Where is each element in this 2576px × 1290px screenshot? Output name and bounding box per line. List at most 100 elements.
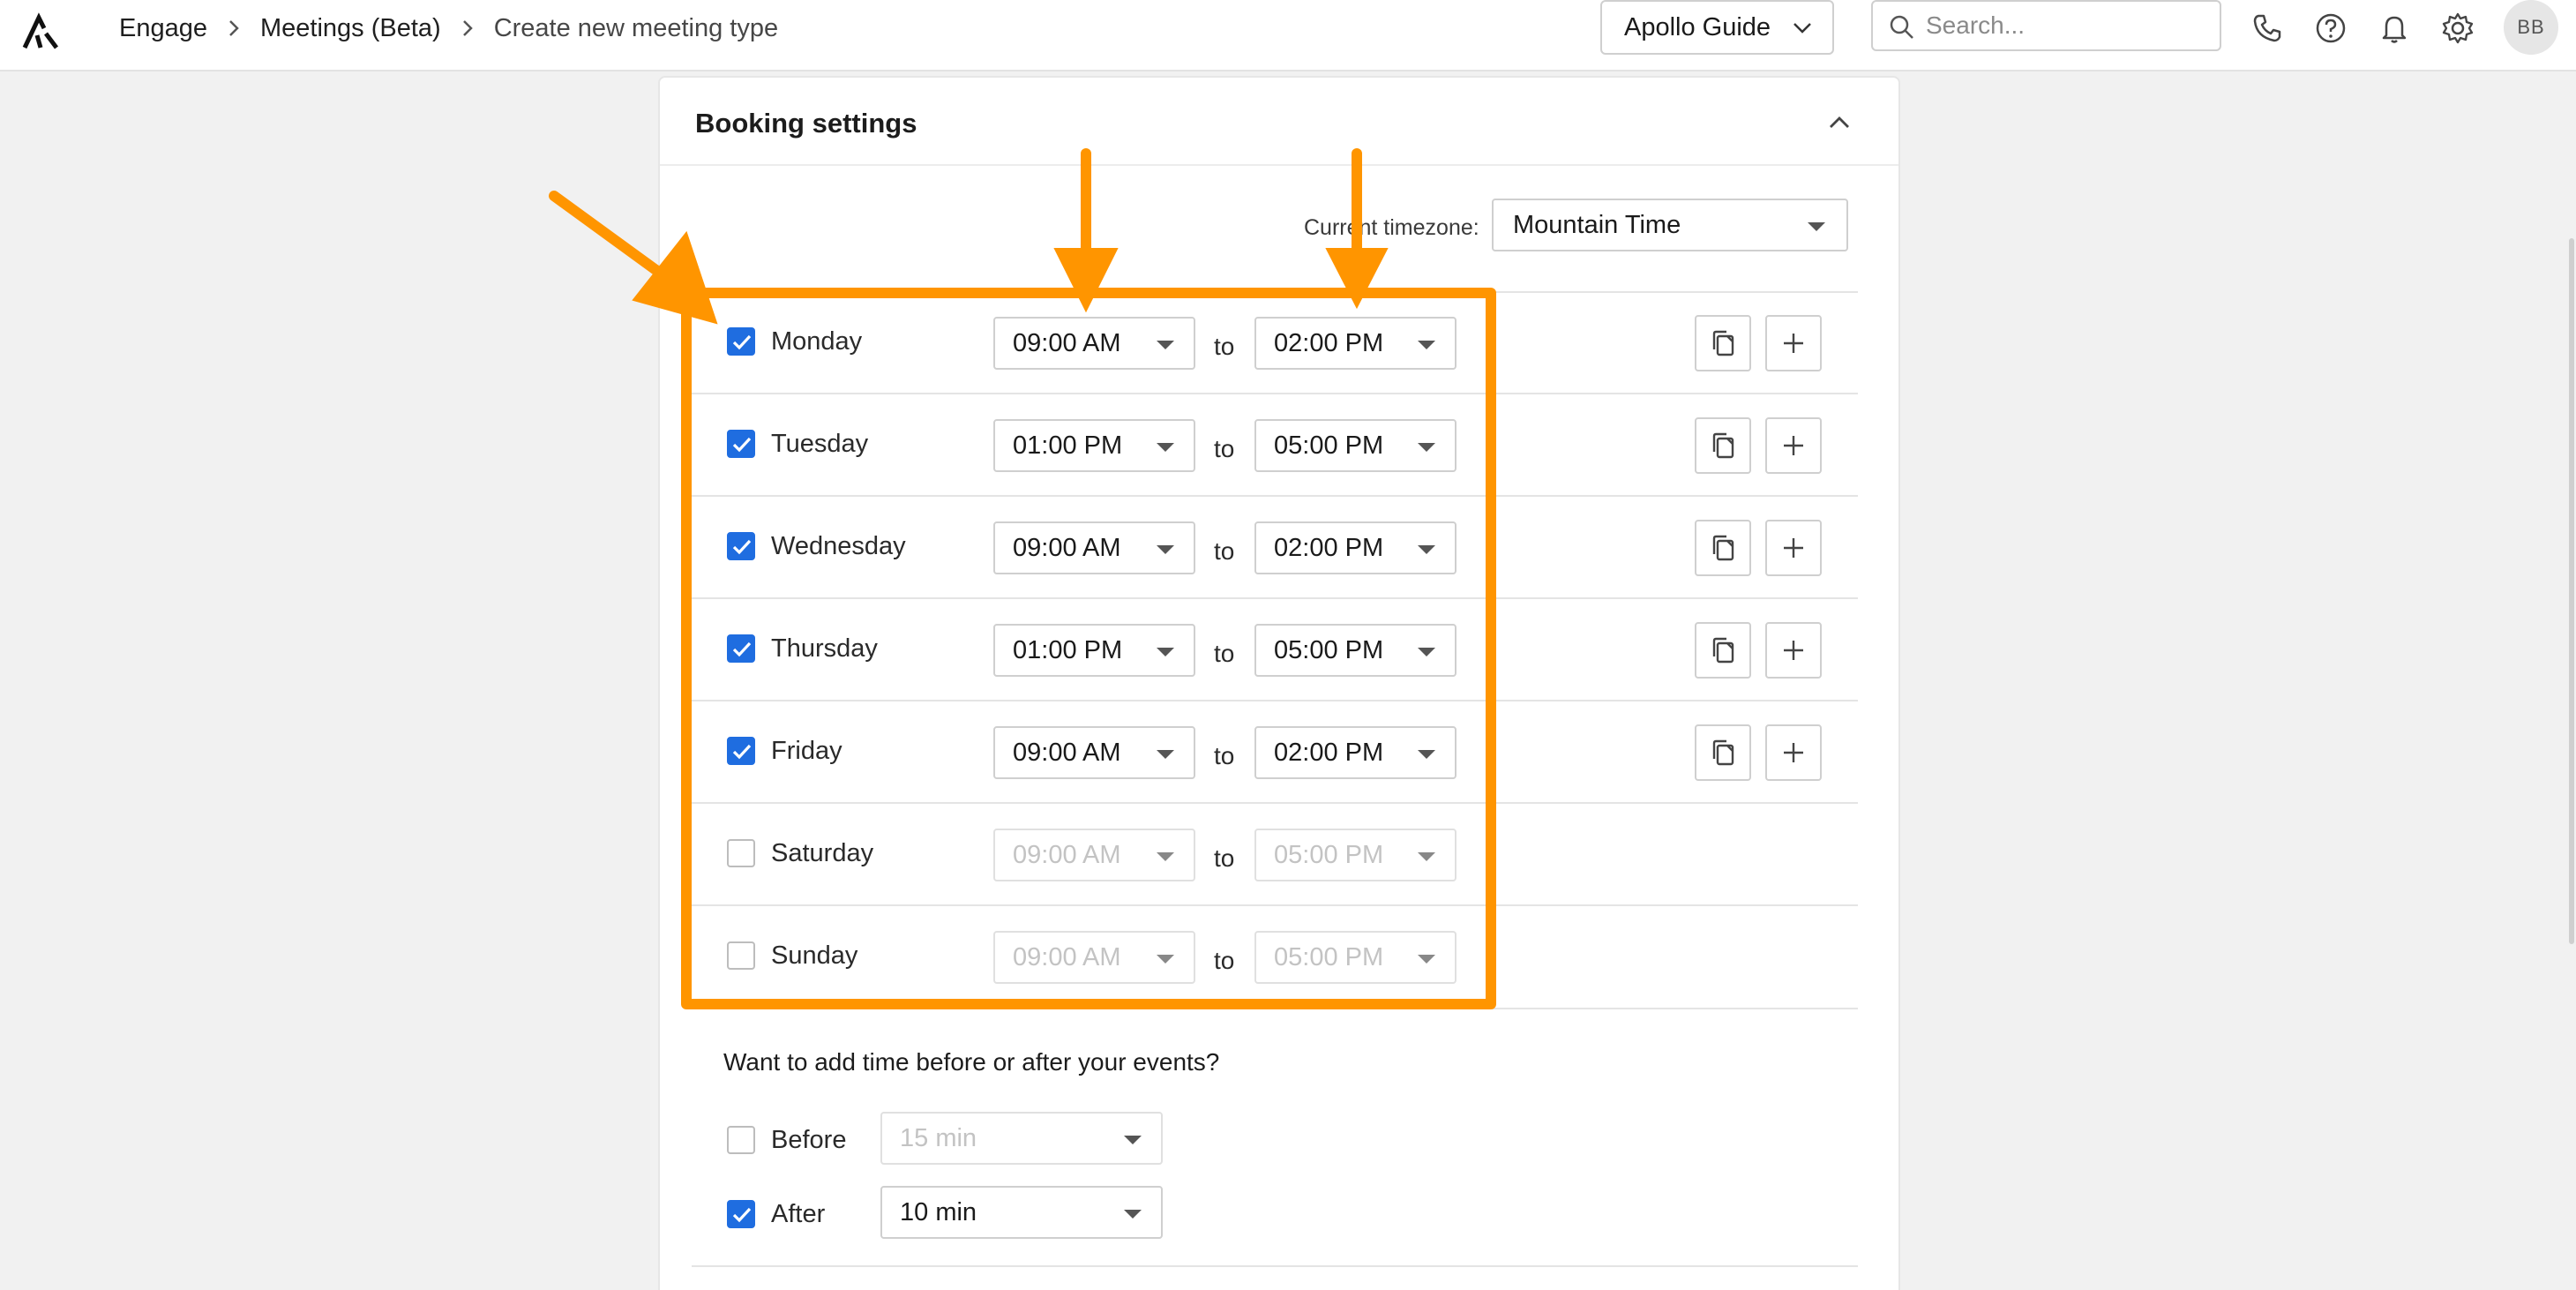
scrollbar[interactable] bbox=[2569, 238, 2574, 944]
caret-down-icon bbox=[1418, 341, 1435, 349]
add-time-range-button[interactable] bbox=[1765, 520, 1822, 576]
buffer-after-select[interactable]: 10 min bbox=[880, 1186, 1163, 1239]
end-time-value: 05:00 PM bbox=[1274, 840, 1384, 869]
day-row: Tuesday 01:00 PM to 05:00 PM bbox=[692, 393, 1858, 495]
booking-settings-title: Booking settings bbox=[695, 108, 917, 139]
caret-down-icon bbox=[1157, 852, 1174, 861]
day-label: Sunday bbox=[771, 941, 858, 970]
gear-icon[interactable] bbox=[2440, 11, 2475, 46]
divider bbox=[692, 1265, 1858, 1267]
add-time-range-button[interactable] bbox=[1765, 622, 1822, 679]
timezone-value: Mountain Time bbox=[1513, 210, 1681, 239]
day-checkbox[interactable] bbox=[727, 737, 755, 765]
end-time-select[interactable]: 05:00 PM bbox=[1254, 419, 1456, 472]
buffer-question: Want to add time before or after your ev… bbox=[723, 1048, 1220, 1076]
add-time-range-button[interactable] bbox=[1765, 724, 1822, 781]
apollo-logo-icon[interactable] bbox=[19, 11, 62, 53]
breadcrumb-meetings[interactable]: Meetings (Beta) bbox=[260, 14, 441, 43]
caret-down-icon bbox=[1157, 443, 1174, 452]
day-checkbox[interactable] bbox=[727, 532, 755, 560]
end-time-value: 02:00 PM bbox=[1274, 328, 1384, 357]
apollo-guide-label: Apollo Guide bbox=[1624, 12, 1771, 41]
copy-icon bbox=[1712, 432, 1734, 459]
buffer-before-checkbox[interactable] bbox=[727, 1126, 755, 1154]
caret-down-icon bbox=[1418, 545, 1435, 554]
day-checkbox[interactable] bbox=[727, 634, 755, 663]
phone-icon[interactable] bbox=[2250, 11, 2285, 46]
search-input[interactable]: Search... bbox=[1871, 0, 2221, 51]
day-row: Wednesday 09:00 AM to 02:00 PM bbox=[692, 495, 1858, 597]
breadcrumb-engage[interactable]: Engage bbox=[119, 14, 207, 43]
caret-down-icon bbox=[1124, 1136, 1142, 1144]
copy-times-button[interactable] bbox=[1695, 315, 1751, 371]
to-label: to bbox=[1214, 742, 1235, 769]
end-time-select[interactable]: 05:00 PM bbox=[1254, 624, 1456, 677]
caret-down-icon bbox=[1418, 852, 1435, 861]
divider bbox=[692, 1008, 1858, 1009]
start-time-value: 01:00 PM bbox=[1013, 635, 1123, 664]
help-icon[interactable] bbox=[2313, 11, 2348, 46]
copy-icon bbox=[1712, 535, 1734, 561]
booking-settings-header[interactable]: Booking settings bbox=[660, 78, 1898, 166]
timezone-select[interactable]: Mountain Time bbox=[1492, 199, 1848, 251]
buffer-before-select[interactable]: 15 min bbox=[880, 1112, 1163, 1165]
copy-icon bbox=[1712, 330, 1734, 356]
start-time-select[interactable]: 09:00 AM bbox=[993, 829, 1195, 881]
start-time-select[interactable]: 01:00 PM bbox=[993, 624, 1195, 677]
avatar[interactable]: BB bbox=[2504, 0, 2558, 55]
day-label: Wednesday bbox=[771, 532, 906, 560]
buffer-after-checkbox[interactable] bbox=[727, 1200, 755, 1228]
apollo-guide-button[interactable]: Apollo Guide bbox=[1600, 0, 1834, 55]
end-time-value: 05:00 PM bbox=[1274, 431, 1384, 460]
caret-down-icon bbox=[1418, 955, 1435, 964]
plus-icon bbox=[1784, 334, 1803, 353]
start-time-value: 01:00 PM bbox=[1013, 431, 1123, 460]
end-time-value: 05:00 PM bbox=[1274, 635, 1384, 664]
day-row: Saturday 09:00 AM to 05:00 PM bbox=[692, 802, 1858, 904]
start-time-select[interactable]: 01:00 PM bbox=[993, 419, 1195, 472]
buffer-after-value: 10 min bbox=[900, 1197, 977, 1226]
day-row: Friday 09:00 AM to 02:00 PM bbox=[692, 700, 1858, 802]
plus-icon bbox=[1784, 436, 1803, 455]
day-checkbox[interactable] bbox=[727, 839, 755, 867]
search-placeholder: Search... bbox=[1926, 11, 2026, 39]
checkmark-icon bbox=[732, 437, 752, 453]
buffer-after-label: After bbox=[771, 1200, 826, 1228]
start-time-select[interactable]: 09:00 AM bbox=[993, 521, 1195, 574]
checkmark-icon bbox=[732, 539, 752, 555]
buffer-before-row: Before 15 min bbox=[692, 1112, 1486, 1168]
plus-icon bbox=[1784, 538, 1803, 558]
end-time-select[interactable]: 02:00 PM bbox=[1254, 726, 1456, 779]
end-time-select[interactable]: 02:00 PM bbox=[1254, 317, 1456, 370]
start-time-value: 09:00 AM bbox=[1013, 840, 1121, 869]
end-time-select[interactable]: 05:00 PM bbox=[1254, 829, 1456, 881]
to-label: to bbox=[1214, 435, 1235, 462]
to-label: to bbox=[1214, 537, 1235, 565]
copy-times-button[interactable] bbox=[1695, 622, 1751, 679]
day-label: Thursday bbox=[771, 634, 878, 663]
chevron-right-icon bbox=[441, 15, 494, 41]
add-time-range-button[interactable] bbox=[1765, 417, 1822, 474]
bell-icon[interactable] bbox=[2377, 11, 2412, 46]
caret-down-icon bbox=[1157, 648, 1174, 656]
checkmark-icon bbox=[732, 334, 752, 350]
start-time-select[interactable]: 09:00 AM bbox=[993, 726, 1195, 779]
start-time-value: 09:00 AM bbox=[1013, 738, 1121, 767]
copy-times-button[interactable] bbox=[1695, 724, 1751, 781]
day-checkbox[interactable] bbox=[727, 327, 755, 356]
chevron-up-icon[interactable] bbox=[1826, 109, 1853, 136]
caret-down-icon bbox=[1418, 750, 1435, 759]
start-time-select[interactable]: 09:00 AM bbox=[993, 931, 1195, 984]
add-time-range-button[interactable] bbox=[1765, 315, 1822, 371]
copy-times-button[interactable] bbox=[1695, 520, 1751, 576]
timezone-label: Current timezone: bbox=[1304, 215, 1479, 240]
copy-times-button[interactable] bbox=[1695, 417, 1751, 474]
end-time-select[interactable]: 02:00 PM bbox=[1254, 521, 1456, 574]
caret-down-icon bbox=[1808, 222, 1825, 231]
day-checkbox[interactable] bbox=[727, 430, 755, 458]
buffer-after-row: After 10 min bbox=[692, 1186, 1486, 1242]
end-time-select[interactable]: 05:00 PM bbox=[1254, 931, 1456, 984]
start-time-select[interactable]: 09:00 AM bbox=[993, 317, 1195, 370]
day-checkbox[interactable] bbox=[727, 941, 755, 970]
to-label: to bbox=[1214, 640, 1235, 667]
